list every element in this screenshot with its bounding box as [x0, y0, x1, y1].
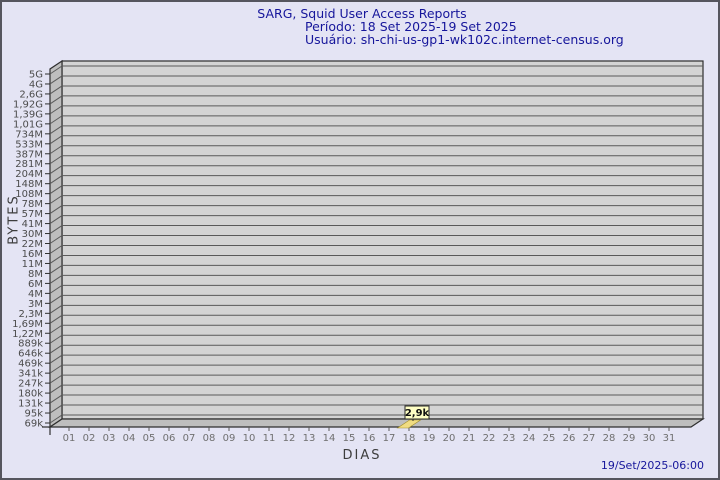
- x-tick-label: 16: [363, 433, 376, 444]
- y-axis-title: BYTES: [6, 194, 22, 245]
- x-tick-label: 18: [403, 433, 416, 444]
- generated-timestamp: 19/Set/2025-06:00: [600, 459, 704, 472]
- x-tick-labels: 01 02 03 04 05 06 07 08 09 10 11 12 13 14 15 16 17 18 19 20…: [63, 433, 676, 444]
- x-tick-label: 03: [103, 433, 116, 444]
- x-tick-label: 19: [423, 433, 436, 444]
- x-tick-label: 17: [383, 433, 396, 444]
- report-user: Usuário: sh-chi-us-gp1-wk102c.internet-c…: [305, 32, 624, 47]
- x-tick-label: 29: [623, 433, 636, 444]
- bar-value-label: 2,9k: [405, 408, 430, 419]
- x-tick-label: 02: [83, 433, 96, 444]
- x-tick-label: 11: [263, 433, 276, 444]
- bar-chart: 5G4G2,6G1,92G1,39G1,01G734M533M387M281M2…: [12, 59, 705, 444]
- x-tick-label: 24: [523, 433, 536, 444]
- x-tick-label: 09: [223, 433, 236, 444]
- x-tick-label: 07: [183, 433, 196, 444]
- x-tick-label: 28: [603, 433, 616, 444]
- x-tick-label: 31: [663, 433, 676, 444]
- x-tick-label: 06: [163, 433, 176, 444]
- x-tick-label: 08: [203, 433, 216, 444]
- x-tick-label: 04: [123, 433, 136, 444]
- x-tick-label: 15: [343, 433, 356, 444]
- x-tick-label: 27: [583, 433, 596, 444]
- x-tick-label: 13: [303, 433, 316, 444]
- sarg-report-page: 5G 4G 2,6G 1,92G 1,39G 1,01G 734M 533M 387M 281M 2…: [0, 0, 720, 480]
- x-tick-label: 01: [63, 433, 76, 444]
- x-tick-label: 21: [463, 433, 476, 444]
- y-tick-label: 69k: [24, 419, 43, 430]
- plot-floor: [48, 418, 705, 428]
- x-tick-label: 20: [443, 433, 456, 444]
- x-tick-label: 10: [243, 433, 256, 444]
- x-tick-label: 26: [563, 433, 576, 444]
- x-tick-label: 14: [323, 433, 336, 444]
- x-tick-label: 05: [143, 433, 156, 444]
- x-tick-label: 12: [283, 433, 296, 444]
- y-tick-labels: 5G4G2,6G1,92G1,39G1,01G734M533M387M281M2…: [12, 70, 43, 430]
- x-tick-label: 30: [643, 433, 656, 444]
- x-tick-label: 25: [543, 433, 556, 444]
- x-tick-label: 22: [483, 433, 496, 444]
- x-tick-label: 23: [503, 433, 516, 444]
